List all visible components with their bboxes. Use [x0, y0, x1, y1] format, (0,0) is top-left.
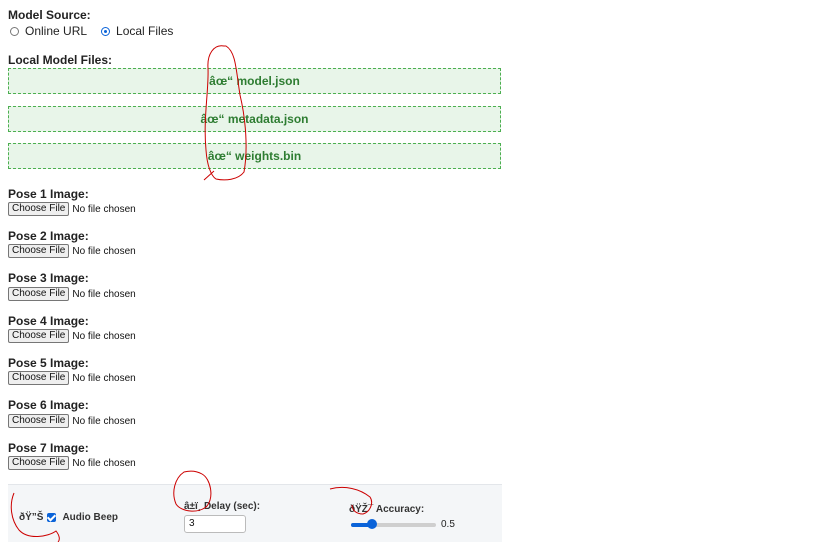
pose-4-file-status: No file chosen — [72, 330, 136, 342]
pose-3-choose-file-button[interactable]: Choose File — [8, 287, 70, 301]
accuracy-label: Accuracy: — [375, 504, 425, 515]
pose-7-file-input[interactable]: Choose File No file chosen — [8, 456, 136, 470]
pose-1-label: Pose 1 Image: — [8, 187, 89, 201]
pose-5-file-input[interactable]: Choose File No file chosen — [8, 371, 136, 385]
pose-1-choose-file-button[interactable]: Choose File — [8, 202, 70, 216]
pose-2-choose-file-button[interactable]: Choose File — [8, 244, 70, 258]
model-source-title: Model Source: — [8, 8, 91, 22]
pose-6-label: Pose 6 Image: — [8, 398, 89, 412]
speaker-icon: ðŸ”Š — [19, 512, 44, 523]
metadata-json-file-box[interactable]: âœ“ metadata.json — [8, 106, 501, 132]
metadata-json-file-label: âœ“ metadata.json — [200, 112, 309, 126]
pose-5-label: Pose 5 Image: — [8, 356, 89, 370]
audio-beep-checkbox[interactable] — [47, 512, 57, 522]
pose-7-label: Pose 7 Image: — [8, 441, 89, 455]
accuracy-slider[interactable] — [351, 519, 436, 529]
pose-2-label: Pose 2 Image: — [8, 229, 89, 243]
pose-3-label: Pose 3 Image: — [8, 271, 89, 285]
stopwatch-icon: â±ï¸ — [184, 501, 202, 512]
online-url-label[interactable]: Online URL — [25, 24, 87, 38]
audio-beep-label[interactable]: Audio Beep — [62, 512, 118, 523]
pose-6-choose-file-button[interactable]: Choose File — [8, 414, 70, 428]
pose-3-file-status: No file chosen — [72, 288, 136, 300]
pose-7-file-status: No file chosen — [72, 457, 136, 469]
pose-3-file-input[interactable]: Choose File No file chosen — [8, 287, 136, 301]
accuracy-slider-thumb[interactable] — [367, 519, 378, 529]
pose-2-file-status: No file chosen — [72, 245, 136, 257]
target-icon: ðŸŽ¯ — [349, 504, 374, 515]
accuracy-setting: ðŸŽ¯ Accuracy: — [349, 504, 424, 515]
pose-7-choose-file-button[interactable]: Choose File — [8, 456, 70, 470]
pose-6-file-status: No file chosen — [72, 415, 136, 427]
weights-bin-file-label: âœ“ weights.bin — [207, 149, 302, 163]
local-model-files-title: Local Model Files: — [8, 53, 113, 67]
pose-4-label: Pose 4 Image: — [8, 314, 89, 328]
online-url-radio[interactable] — [10, 26, 19, 36]
delay-label: Delay (sec): — [203, 501, 261, 512]
delay-input[interactable]: 3 — [184, 515, 246, 533]
pose-1-file-status: No file chosen — [72, 203, 136, 215]
delay-setting: â±ï¸ Delay (sec): — [184, 501, 260, 512]
model-json-file-box[interactable]: âœ“ model.json — [8, 68, 501, 94]
local-files-label[interactable]: Local Files — [116, 24, 173, 38]
pose-4-file-input[interactable]: Choose File No file chosen — [8, 329, 136, 343]
model-json-file-label: âœ“ model.json — [209, 74, 300, 88]
pose-2-file-input[interactable]: Choose File No file chosen — [8, 244, 136, 258]
pose-5-file-status: No file chosen — [72, 372, 136, 384]
local-files-radio[interactable] — [101, 26, 111, 36]
settings-panel: ðŸ”Š Audio Beep â±ï¸ Delay (sec): 3 ðŸŽ¯ … — [8, 484, 502, 542]
pose-1-file-input[interactable]: Choose File No file chosen — [8, 202, 136, 216]
model-source-radio-group: Online URL Local Files — [10, 24, 187, 38]
pose-4-choose-file-button[interactable]: Choose File — [8, 329, 70, 343]
weights-bin-file-box[interactable]: âœ“ weights.bin — [8, 143, 501, 169]
pose-6-file-input[interactable]: Choose File No file chosen — [8, 414, 136, 428]
pose-5-choose-file-button[interactable]: Choose File — [8, 371, 70, 385]
accuracy-value: 0.5 — [441, 519, 455, 530]
audio-setting: ðŸ”Š Audio Beep — [19, 512, 118, 523]
